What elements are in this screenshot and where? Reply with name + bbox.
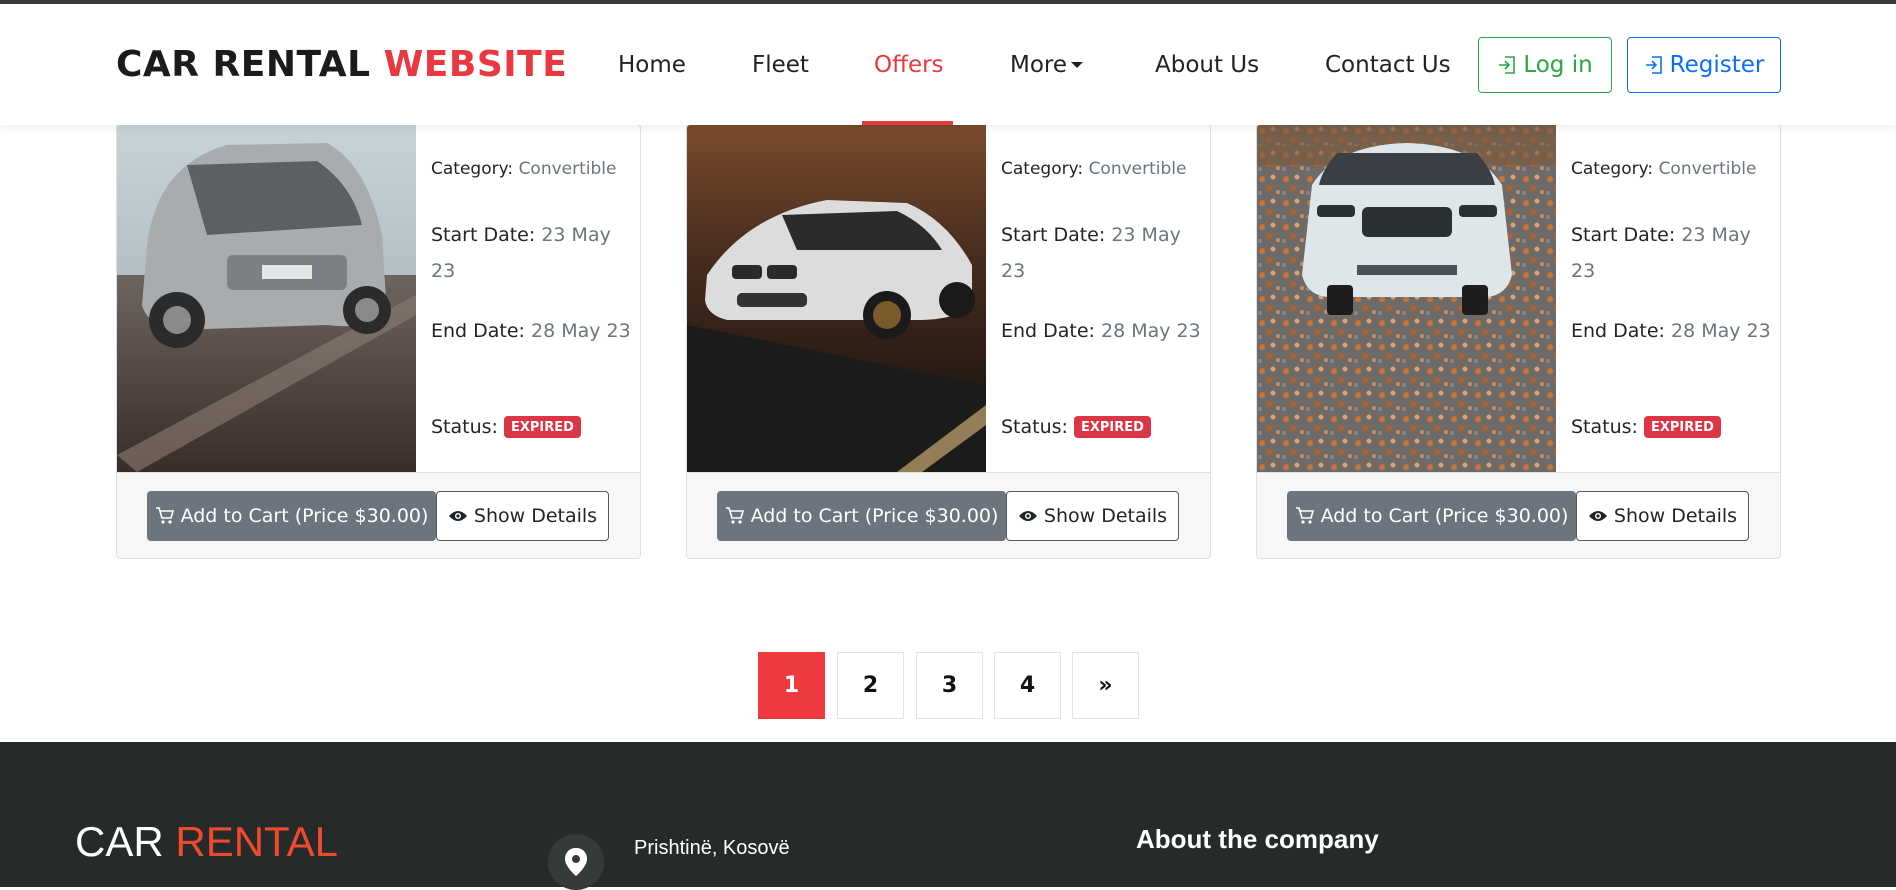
next-page-button[interactable]: » <box>1072 652 1139 719</box>
status-row: Status: EXPIRED <box>1571 409 1721 445</box>
show-details-button[interactable]: Show Details <box>1006 491 1179 541</box>
nav-more-label: More <box>1010 52 1068 78</box>
add-to-cart-button[interactable]: Add to Cart (Price $30.00) <box>147 491 436 541</box>
category-row: Category: Convertible <box>431 159 617 179</box>
add-to-cart-button[interactable]: Add to Cart (Price $30.00) <box>717 491 1006 541</box>
nav-fleet[interactable]: Fleet <box>752 52 809 78</box>
card-footer: Add to Cart (Price $30.00) Show Details <box>1257 472 1780 558</box>
cart-icon <box>1295 507 1314 524</box>
category-row: Category: Convertible <box>1001 159 1187 179</box>
footer-address: Prishtinë, Kosovë <box>634 837 790 859</box>
nav-more-dropdown[interactable]: More <box>1010 52 1084 78</box>
eye-icon <box>1588 511 1607 521</box>
location-pin-icon <box>548 834 604 890</box>
show-details-button[interactable]: Show Details <box>1576 491 1749 541</box>
site-footer: CAR RENTAL Prishtinë, Kosovë About the c… <box>0 742 1896 890</box>
end-date-row: End Date: 28 May 23 <box>1571 320 1771 342</box>
start-date-row: Start Date: 23 May 23 <box>431 224 611 282</box>
start-date-row: Start Date: 23 May 23 <box>1571 224 1751 282</box>
card-footer: Add to Cart (Price $30.00) Show Details <box>687 472 1210 558</box>
chevron-down-icon <box>1071 62 1084 68</box>
login-icon <box>1499 56 1516 74</box>
nav-about[interactable]: About Us <box>1155 52 1259 78</box>
car-photo <box>1257 125 1556 472</box>
category-row: Category: Convertible <box>1571 159 1757 179</box>
status-row: Status: EXPIRED <box>431 409 581 445</box>
car-photo <box>117 125 416 472</box>
about-heading: About the company <box>1136 824 1379 854</box>
status-badge: EXPIRED <box>1074 416 1151 438</box>
card-footer: Add to Cart (Price $30.00) Show Details <box>117 472 640 558</box>
offer-card: Category: Convertible Start Date: 23 May… <box>686 124 1211 559</box>
page-3[interactable]: 3 <box>916 652 983 719</box>
register-icon <box>1645 56 1662 74</box>
status-badge: EXPIRED <box>1644 416 1721 438</box>
offer-card: Category: Convertible Start Date: 23 May… <box>116 124 641 559</box>
register-button[interactable]: Register <box>1627 37 1781 93</box>
eye-icon <box>1018 511 1037 521</box>
cart-icon <box>725 507 744 524</box>
active-nav-indicator <box>862 121 953 125</box>
nav-home[interactable]: Home <box>618 52 686 78</box>
page-1[interactable]: 1 <box>758 652 825 719</box>
eye-icon <box>448 511 467 521</box>
end-date-row: End Date: 28 May 23 <box>1001 320 1201 342</box>
site-logo[interactable]: CAR RENTAL WEBSITE <box>116 44 567 85</box>
cart-icon <box>155 507 174 524</box>
car-photo <box>687 125 986 472</box>
add-to-cart-button[interactable]: Add to Cart (Price $30.00) <box>1287 491 1576 541</box>
nav-offers[interactable]: Offers <box>874 52 944 78</box>
end-date-row: End Date: 28 May 23 <box>431 320 631 342</box>
login-button[interactable]: Log in <box>1478 37 1612 93</box>
status-row: Status: EXPIRED <box>1001 409 1151 445</box>
site-header: CAR RENTAL WEBSITE Home Fleet Offers Mor… <box>0 4 1896 125</box>
page-2[interactable]: 2 <box>837 652 904 719</box>
status-badge: EXPIRED <box>504 416 581 438</box>
show-details-button[interactable]: Show Details <box>436 491 609 541</box>
offer-card: Category: Convertible Start Date: 23 May… <box>1256 124 1781 559</box>
footer-logo: CAR RENTAL <box>75 818 338 865</box>
start-date-row: Start Date: 23 May 23 <box>1001 224 1181 282</box>
page-4[interactable]: 4 <box>994 652 1061 719</box>
nav-contact[interactable]: Contact Us <box>1325 52 1451 78</box>
